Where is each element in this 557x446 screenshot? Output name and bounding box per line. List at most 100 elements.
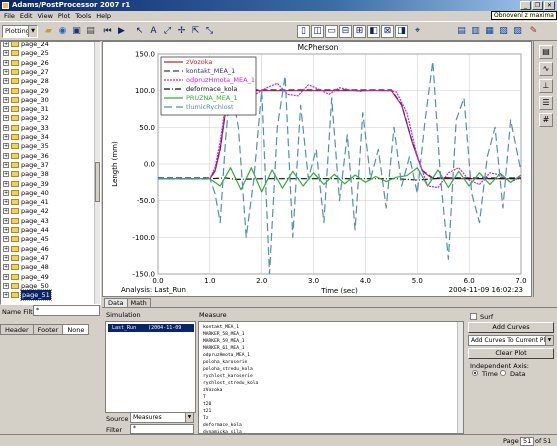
next-page-icon[interactable]: ▶ <box>115 25 128 38</box>
expand-icon[interactable]: + <box>3 78 9 85</box>
expand-icon[interactable]: + <box>3 115 9 122</box>
curve-icon[interactable]: ∿ <box>539 62 553 76</box>
expand-icon[interactable]: + <box>3 152 9 159</box>
layout-3-icon[interactable]: ▭ <box>325 25 338 38</box>
expand-icon[interactable]: + <box>3 292 9 299</box>
menu-view[interactable]: View <box>35 11 54 21</box>
tab-footer[interactable]: Footer <box>32 324 64 335</box>
layout-7-icon[interactable]: ⊠ <box>381 25 394 38</box>
text-tool-icon[interactable]: A <box>147 25 160 38</box>
expand-icon[interactable]: + <box>3 42 9 47</box>
measure-item[interactable]: poloha_stredu_kola <box>203 366 253 373</box>
filter-input[interactable]: * <box>130 424 194 434</box>
measure-item[interactable]: T <box>203 394 206 401</box>
simulation-row[interactable]: Last_Run (2004-11-09 <box>108 324 194 332</box>
measure-item[interactable]: MARKER_59_MEA_1 <box>203 338 245 345</box>
layout-6-icon[interactable]: ◧ <box>367 25 380 38</box>
expand-icon[interactable]: + <box>3 171 9 178</box>
expand-icon[interactable]: + <box>3 254 9 261</box>
page-number[interactable]: 51 <box>520 437 535 446</box>
layout-2-icon[interactable]: ◫ <box>311 25 324 38</box>
globe-icon[interactable]: ◉ <box>56 25 69 38</box>
tab-none[interactable]: None <box>62 324 90 335</box>
tree-item[interactable]: + page_51 <box>1 289 96 302</box>
close-button[interactable]: ✕ <box>544 1 555 10</box>
view-d-icon[interactable]: ▧ <box>497 25 510 38</box>
add-curves-button[interactable]: Add Curves <box>468 322 554 333</box>
view-c-icon[interactable]: ▦ <box>483 25 496 38</box>
expand-icon[interactable]: + <box>3 161 9 168</box>
measure-item[interactable]: kontakt_MEA_1 <box>203 324 239 331</box>
view-b-icon[interactable]: ▥ <box>469 25 482 38</box>
expand-icon[interactable]: + <box>3 208 9 215</box>
menu-tools[interactable]: Tools <box>73 11 93 21</box>
measure-scrollbar[interactable] <box>457 322 463 433</box>
plot-area[interactable]: McPherson 0.0 1.0 2.0 3.0 4.0 5.0 6.0 7.0 150.0 1… <box>102 41 532 297</box>
menu-plot[interactable]: Plot <box>56 11 72 21</box>
help-tool-icon[interactable]: ⌖ <box>411 25 424 38</box>
layout-1-icon[interactable]: ▯ <box>297 25 310 38</box>
measure-item[interactable]: MARKER_58_MEA_1 <box>203 331 245 338</box>
name-filter-input[interactable]: * <box>33 305 100 316</box>
layout-5-icon[interactable]: ⊞ <box>353 25 366 38</box>
expand-icon[interactable]: + <box>3 217 9 224</box>
tab-header[interactable]: Header <box>0 324 34 335</box>
view-e-icon[interactable]: ▨ <box>511 25 524 38</box>
measure-item[interactable]: t21 <box>203 408 211 415</box>
menu-edit[interactable]: Edit <box>18 11 35 21</box>
add-mode-select[interactable]: Add Curves To Current Plot ▼ <box>468 335 554 346</box>
edit-pencil-icon[interactable]: ✎ <box>527 25 540 38</box>
select-tool-icon[interactable]: ↖ <box>133 25 146 38</box>
expand-icon[interactable]: + <box>3 87 9 94</box>
legend-icon[interactable]: ☰ <box>539 96 553 110</box>
view-a-icon[interactable]: ▤ <box>455 25 468 38</box>
zoom-tool-icon[interactable]: ⤢ <box>161 25 174 38</box>
tree-scrollbar[interactable] <box>94 42 100 304</box>
measure-item[interactable]: odpruzHmota_MEA_1 <box>203 352 250 359</box>
menu-help[interactable]: Help <box>94 11 113 21</box>
expand-icon[interactable]: + <box>3 199 9 206</box>
expand-icon[interactable]: + <box>3 143 9 150</box>
measure-item[interactable]: MARKER_61_MEA_1 <box>203 345 245 352</box>
expand-icon[interactable]: + <box>3 124 9 131</box>
expand-icon[interactable]: + <box>3 264 9 271</box>
scrollbar-thumb[interactable] <box>95 162 100 202</box>
measure-item[interactable]: poloha_karoserie <box>203 359 247 366</box>
restore-button[interactable]: ❐ <box>532 1 543 10</box>
surf-checkbox[interactable] <box>470 313 477 320</box>
print-icon[interactable]: ▤ <box>84 25 97 38</box>
expand-icon[interactable]: + <box>3 236 9 243</box>
expand-icon[interactable]: + <box>3 134 9 140</box>
measure-item[interactable]: rychlost_karoserie <box>203 373 253 380</box>
expand-icon[interactable]: + <box>3 96 9 103</box>
expand-icon[interactable]: + <box>3 180 9 187</box>
expand-icon[interactable]: + <box>3 227 9 233</box>
measure-list[interactable]: kontakt_MEA_1 MARKER_58_MEA_1 MARKER_59_ME… <box>198 321 464 434</box>
expand-icon[interactable]: + <box>3 282 9 289</box>
menu-file[interactable]: File <box>2 11 17 21</box>
measure-item[interactable]: rychlost_stredu_kola <box>203 380 258 387</box>
measure-item[interactable]: t20 <box>203 401 211 408</box>
simulation-list[interactable]: Last_Run (2004-11-09 <box>105 321 196 413</box>
fit-tool-icon[interactable]: ⇱ <box>189 25 202 38</box>
expand-icon[interactable]: + <box>3 189 9 196</box>
clear-plot-button[interactable]: Clear Plot <box>468 348 554 359</box>
open-folder-icon[interactable]: ▰ <box>42 25 55 38</box>
expand-icon[interactable]: + <box>3 50 9 57</box>
time-radio[interactable] <box>472 370 478 376</box>
plot-properties-icon[interactable]: ▤ <box>539 45 553 59</box>
measure-item[interactable]: deformace_kola <box>203 422 242 429</box>
measure-item[interactable]: Tz <box>203 415 209 422</box>
layout-8-icon[interactable]: ◨ <box>395 25 408 38</box>
grid-icon[interactable]: # <box>539 113 553 127</box>
expand-icon[interactable]: + <box>3 245 9 252</box>
first-page-icon[interactable]: ⏮ <box>101 25 114 38</box>
measure-tool-icon[interactable]: ⤡ <box>203 25 216 38</box>
expand-icon[interactable]: + <box>3 106 9 113</box>
expand-icon[interactable]: + <box>3 59 9 66</box>
minimize-button[interactable]: _ <box>520 1 531 10</box>
pan-tool-icon[interactable]: ✢ <box>175 25 188 38</box>
save-icon[interactable]: ▣ <box>70 25 83 38</box>
measure-item[interactable]: zVozoka <box>203 387 222 394</box>
expand-icon[interactable]: + <box>3 68 9 75</box>
